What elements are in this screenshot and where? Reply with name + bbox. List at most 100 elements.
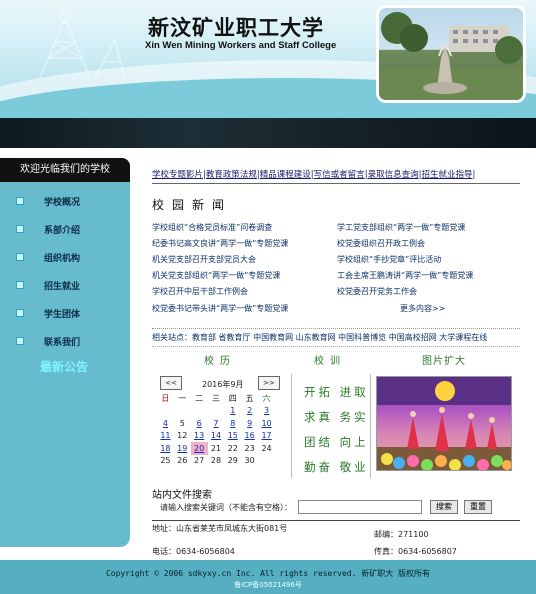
search-input[interactable] (298, 500, 422, 514)
sidebar-nav-panel: 学校概况 系部介绍 组织机构 招生就业 学生团体 联系我们 最新公告 (0, 182, 130, 547)
nav-link-courses[interactable]: 精品课程建设 (260, 170, 311, 180)
nav-link-school-video[interactable]: 学校专题影片 (152, 170, 203, 180)
motto-word: 团结 (304, 435, 333, 449)
tab-motto: 校训 (314, 356, 346, 367)
tab-calendar: 校历 (204, 356, 236, 367)
news-link[interactable]: 学校召开中层干部工作例会 (152, 286, 337, 297)
calendar-day (191, 405, 208, 418)
calendar-day[interactable]: 11 (157, 430, 174, 443)
campus-photo-illustration (379, 12, 523, 100)
calendar-day: 24 (261, 443, 272, 453)
search-prompt: 请输入搜索关键词（不能含有空格）： (160, 502, 292, 512)
calendar-week: 18 19 20 21 22 23 24 (157, 442, 275, 455)
contact-info: 地址：山东省莱芜市凤城东大街081号 电话：0634-6056804 邮编：27… (152, 520, 520, 556)
calendar-day[interactable]: 14 (208, 430, 225, 443)
calendar-grid: 日 一 二 三 四 五 六 1 2 3 4 5 6 7 8 9 10 11 12… (157, 392, 275, 467)
school-motto: 开拓 进取 求真 务实 团结 向上 勤奋 敬业 (291, 374, 371, 478)
calendar-day[interactable]: 13 (191, 430, 208, 443)
motto-word: 敬业 (339, 460, 369, 474)
calendar-day[interactable]: 1 (224, 405, 241, 418)
reset-button[interactable]: 重置 (464, 500, 492, 514)
contact-fax: 传真：0634-6056807 (374, 547, 457, 556)
calendar-month: 2016年9月 (202, 380, 244, 389)
welcome-banner: 欢迎光临我们的学校 (0, 158, 130, 182)
related-sites[interactable]: 相关站点：教育部 省教育厅 中国教育网 山东教育网 中国科普博览 中国高校招网 … (152, 328, 520, 343)
motto-word: 进取 (339, 385, 369, 399)
mining-tower-decoration (39, 12, 126, 79)
calendar-day: 21 (210, 443, 222, 453)
weekday-label: 五 (245, 393, 254, 403)
news-row: 学校组织“合格党员标准”问卷调查 学工党支部组织“两学一做”专题党课 (152, 219, 522, 235)
calendar-day[interactable]: 7 (208, 417, 225, 430)
news-link[interactable]: 校党委召开党务工作会 (337, 286, 522, 297)
sidebar-item-organization[interactable]: 组织机构 (16, 250, 80, 264)
calendar-day[interactable]: 16 (241, 430, 258, 443)
news-link[interactable]: 机关党支部组织“两学一做”专题党课 (152, 270, 337, 281)
sidebar-item-student-groups[interactable]: 学生团体 (16, 306, 80, 320)
news-row: 纪委书记高文良讲“两学一做”专题党课 校党委组织召开政工例会 (152, 235, 522, 251)
calendar-weekday-row: 日 一 二 三 四 五 六 (157, 392, 275, 405)
site-header: 新汶矿业职工大学 Xin Wen Mining Workers and Staf… (0, 0, 536, 118)
news-link[interactable]: 纪委书记高文良讲“两学一做”专题党课 (152, 238, 337, 249)
calendar-next-button[interactable]: >> (258, 376, 280, 390)
sidebar-item-contact[interactable]: 联系我们 (16, 334, 80, 348)
square-bullet-icon (16, 197, 24, 205)
motto-line: 团结 向上 (304, 434, 369, 450)
sidebar-item-admissions[interactable]: 招生就业 (16, 278, 80, 292)
nav-link-admission-query[interactable]: 录取信息查询 (368, 170, 419, 180)
calendar-day[interactable]: 2 (241, 405, 258, 418)
news-link[interactable]: 机关党支部召开支部党员大会 (152, 254, 337, 265)
news-link[interactable]: 学工党支部组织“两学一做”专题党课 (337, 222, 522, 233)
sidebar-item-label: 系部介绍 (44, 225, 81, 236)
calendar-day: 30 (244, 456, 255, 466)
performance-photo[interactable] (376, 376, 512, 471)
school-calendar: << 2016年9月 >> 日 一 二 三 四 五 六 1 2 3 4 5 6 … (152, 376, 284, 476)
calendar-day[interactable]: 17 (258, 430, 275, 443)
calendar-day (157, 405, 174, 418)
news-link[interactable]: 工会主席王鹏涛讲“两学一做”专题党课 (337, 270, 522, 281)
news-link[interactable]: 学校组织“合格党员标准”问卷调查 (152, 222, 337, 233)
nav-link-employment[interactable]: 招生就业指导 (421, 170, 472, 180)
sidebar-item-label: 学生团体 (44, 309, 81, 320)
sidebar-item-school-overview[interactable]: 学校概况 (16, 194, 80, 208)
motto-line: 开拓 进取 (304, 384, 369, 400)
calendar-day[interactable]: 19 (174, 442, 191, 455)
calendar-day[interactable]: 15 (224, 430, 241, 443)
calendar-day: 22 (227, 443, 238, 453)
nav-link-policy[interactable]: 教育政策法规 (206, 170, 257, 180)
section-tabs: 校历 校训 图片扩大 (152, 346, 520, 368)
calendar-day-today[interactable]: 20 (190, 442, 208, 455)
icp-license[interactable]: 鲁ICP备05021496号 (0, 580, 536, 590)
sidebar-item-departments[interactable]: 系部介绍 (16, 222, 80, 236)
calendar-day[interactable]: 6 (191, 417, 208, 430)
main-content: 学校专题影片|教育政策法规|精品课程建设|写信或者留言|录取信息查询|招生就业指… (150, 148, 525, 560)
calendar-day[interactable]: 9 (241, 417, 258, 430)
motto-line: 勤奋 敬业 (304, 459, 369, 475)
calendar-day: 5 (179, 418, 185, 428)
calendar-day[interactable]: 10 (258, 417, 275, 430)
contact-phone: 电话：0634-6056804 (152, 547, 235, 556)
calendar-day[interactable]: 3 (258, 405, 275, 418)
more-news-link[interactable]: 更多内容>> (400, 303, 445, 314)
news-link[interactable]: 学校组织“手抄党章”评比活动 (337, 254, 522, 265)
calendar-day[interactable]: 4 (157, 417, 174, 430)
news-link[interactable]: 校党委组织召开政工例会 (337, 238, 522, 249)
square-bullet-icon (16, 309, 24, 317)
top-nav-links: 学校专题影片|教育政策法规|精品课程建设|写信或者留言|录取信息查询|招生就业指… (152, 168, 520, 184)
site-footer: Copyright © 2006 sdkyxy.cn Inc. All righ… (0, 560, 536, 594)
calendar-week: 1 2 3 (157, 405, 275, 418)
search-button[interactable]: 搜索 (430, 500, 458, 514)
calendar-day: 26 (177, 456, 188, 466)
nav-link-message[interactable]: 写信或者留言 (314, 170, 365, 180)
news-link[interactable]: 校党委书记带头讲“两学一做”专题党课 (152, 303, 337, 314)
calendar-day[interactable]: 18 (157, 442, 174, 455)
calendar-day: 25 (160, 456, 171, 466)
weekday-label: 六 (262, 393, 271, 403)
copyright-text: Copyright © 2006 sdkyxy.cn Inc. All righ… (105, 569, 431, 578)
calendar-prev-button[interactable]: << (160, 376, 182, 390)
square-bullet-icon (16, 253, 24, 261)
site-search-heading: 站内文件搜索 (152, 490, 212, 501)
campus-photo (376, 5, 526, 103)
tab-photo-enlarge[interactable]: 图片扩大 (422, 352, 466, 367)
calendar-day[interactable]: 8 (224, 417, 241, 430)
